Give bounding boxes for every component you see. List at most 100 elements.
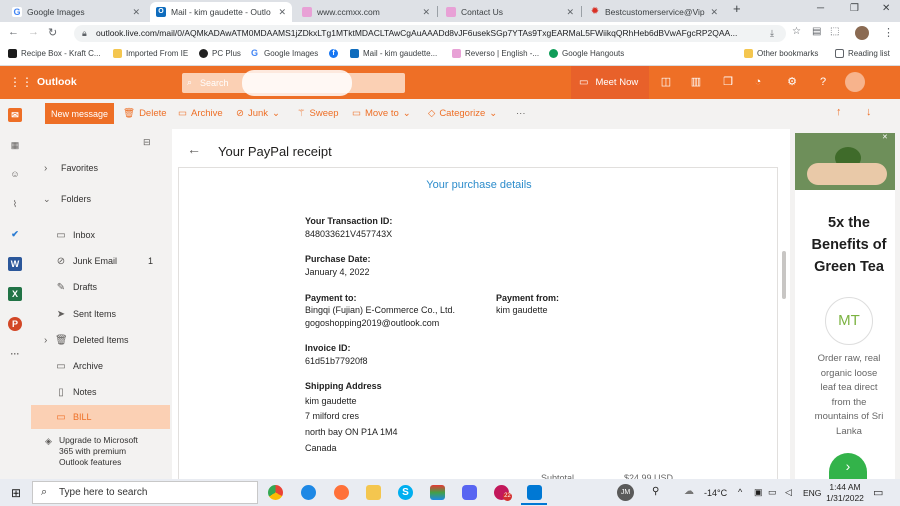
firefox-icon[interactable] [334,485,349,500]
more-actions-button[interactable]: ··· [516,108,526,119]
chevron-right-icon[interactable]: › [829,453,867,479]
people-icon[interactable]: ☺ [8,167,22,181]
media-icon[interactable]: ▤ [812,26,821,37]
bookmark-other-bookmarks[interactable]: Other bookmarks [744,49,818,58]
file-explorer-icon[interactable] [366,485,381,500]
windows-start-icon[interactable]: ⊞ [11,486,21,500]
close-window-icon[interactable]: ✕ [882,3,890,14]
volume-icon[interactable]: ◁ [785,487,792,498]
bookmark-pc-plus[interactable]: PC Plus [199,49,241,58]
chrome-icon[interactable] [268,485,283,500]
ad-banner[interactable]: ✕ 5x the Benefits of Green Tea MT Order … [795,133,895,479]
scrollbar-thumb[interactable] [782,251,786,299]
menu-dots-icon[interactable]: ⋮ [883,26,894,39]
reload-icon[interactable]: ↻ [48,26,57,39]
people-icon[interactable]: ⚲ [652,486,659,497]
bookmark-star-icon[interactable]: ☆ [792,26,801,37]
close-icon[interactable]: ✕ [710,7,718,18]
folders-header[interactable]: ⌄ Folders [31,188,170,210]
tab-google-images[interactable]: G Google Images ✕ [6,2,146,22]
outlook-brand[interactable]: Outlook [37,76,77,88]
weather-icon[interactable]: ☁ [684,486,694,497]
move-to-button[interactable]: ▭ Move to ⌄ [352,108,411,119]
edge-icon[interactable] [301,485,316,500]
my-day-icon[interactable]: ▥ [690,76,702,88]
taskbar-search-box[interactable]: ⌕ Type here to search [32,481,258,504]
todo-check-icon[interactable]: ✔ [8,227,22,241]
bookmark-google-hangouts[interactable]: Google Hangouts [549,49,624,58]
minimize-icon[interactable]: ─ [817,3,824,14]
collapse-pane-icon[interactable]: ⊟ [143,137,151,148]
teams-icon[interactable]: ❒ [722,76,734,88]
folder-bill[interactable]: ▭ BILL [31,405,170,429]
user-avatar[interactable]: JM [617,484,634,501]
folder-notes[interactable]: ▯ Notes [31,381,170,403]
meet-now-button[interactable]: ▭ Meet Now [571,66,649,99]
tab-bestcustomerservice[interactable]: ✹ Bestcustomerservice@Vip.16... ✕ [584,2,724,22]
install-icon[interactable]: ⤓ [770,28,774,39]
payment-to-email[interactable]: gogoshopping2019@outlook.com [305,318,439,328]
mail-icon[interactable]: ✉ [8,108,22,122]
skype-icon[interactable]: S [398,485,413,500]
chevron-up-icon[interactable]: ^ [738,487,742,497]
bookmark-facebook[interactable]: f [329,49,342,58]
ad-close-icon[interactable]: ✕ [882,133,888,141]
delete-button[interactable]: 🗑︎ Delete [123,108,167,119]
network-icon[interactable]: ▭ [768,487,777,498]
tray-icon[interactable]: ▣ [754,487,763,498]
categorize-button[interactable]: ◇ Categorize ⌄ [428,108,497,119]
bookmark-reverso[interactable]: Reverso | English -... [452,49,539,58]
notifications-icon[interactable]: ◔ [752,76,764,88]
new-tab-button[interactable]: + [733,1,741,16]
clock-time[interactable]: 1:44 AM [828,482,862,492]
tab-ccmxx[interactable]: www.ccmxx.com ✕ [296,2,436,22]
mail-app-icon[interactable] [527,485,542,500]
folder-drafts[interactable]: ✎ Drafts [31,276,170,298]
bookmark-outlook-mail[interactable]: Mail - kim gaudette... [350,49,437,58]
arrow-down-icon[interactable]: ↓ [866,106,872,118]
tab-contact-us[interactable]: Contact Us ✕ [440,2,580,22]
new-message-button[interactable]: New message [45,103,114,124]
clock-date[interactable]: 1/31/2022 [826,493,864,503]
profile-avatar[interactable] [855,26,869,40]
bookmark-reading-list[interactable]: Reading list [835,49,890,58]
more-apps-icon[interactable]: ··· [8,347,22,361]
back-arrow-icon[interactable]: ← [8,26,19,38]
attachment-icon[interactable]: ⌇ [8,197,22,211]
account-avatar[interactable] [845,72,865,92]
close-icon[interactable]: ✕ [422,7,430,18]
archive-button[interactable]: ▭ Archive [178,108,223,119]
folder-archive[interactable]: ▭ Archive [31,355,170,377]
back-arrow-icon[interactable]: ← [187,141,201,157]
layers-app-icon[interactable] [430,485,445,500]
tab-outlook-mail[interactable]: O Mail - kim gaudette - Outlook ✕ [150,2,292,22]
url-bar[interactable]: 🔒︎ outlook.live.com/mail/0/AQMkADAwATM0M… [74,25,786,42]
close-icon[interactable]: ✕ [278,7,286,18]
skype-icon[interactable]: ◫ [660,76,672,88]
app-launcher-icon[interactable]: ⋮⋮ [9,76,33,88]
forward-arrow-icon[interactable]: → [28,26,39,38]
favorites-header[interactable]: › Favorites [31,157,170,179]
discord-icon[interactable] [462,485,477,500]
notification-center-icon[interactable]: ▭ [873,486,883,499]
arrow-up-icon[interactable]: ↑ [836,106,842,118]
powerpoint-icon[interactable]: P [8,317,22,331]
folder-inbox[interactable]: ▭ Inbox [31,224,170,246]
word-icon[interactable]: W [8,257,22,271]
folder-junk-email[interactable]: ⊘ Junk Email 1 [31,250,170,272]
bookmark-imported-from-ie[interactable]: Imported From IE [113,49,188,58]
close-icon[interactable]: ✕ [132,7,140,18]
search-box[interactable]: ⌕ Search [182,70,405,96]
language-indicator[interactable]: ENG [803,488,821,498]
settings-gear-icon[interactable]: ⚙ [786,76,798,88]
junk-button[interactable]: ⊘ Junk ⌄ [236,108,280,119]
extensions-icon[interactable]: ⬚ [830,26,839,37]
folder-sent-items[interactable]: ➤ Sent Items [31,303,170,325]
restore-icon[interactable]: ❐ [850,3,859,14]
sweep-button[interactable]: ⚚ Sweep [297,108,339,119]
bookmark-recipe-box[interactable]: Recipe Box - Kraft C... [8,49,101,58]
help-icon[interactable]: ? [817,76,829,88]
close-icon[interactable]: ✕ [566,7,574,18]
upgrade-promo[interactable]: Upgrade to Microsoft 365 with premium Ou… [59,435,138,468]
bookmark-google-images[interactable]: G Google Images [251,49,318,59]
